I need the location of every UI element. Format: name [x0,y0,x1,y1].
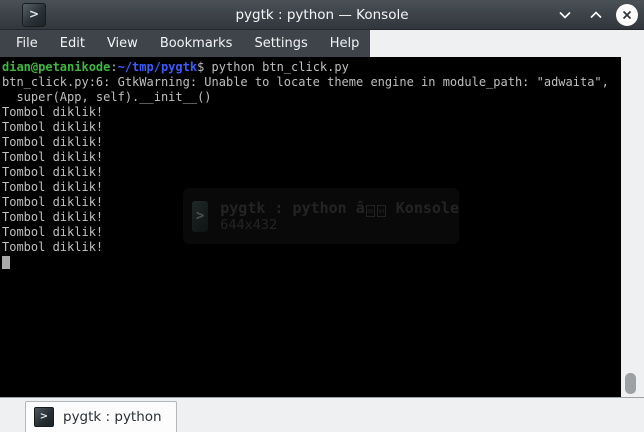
close-icon [622,10,632,20]
gtk-warning-line: btn_click.py:6: GtkWarning: Unable to lo… [2,75,609,89]
tab-pygtk-python[interactable]: > pygtk : python [25,401,177,432]
scrollbar[interactable] [621,57,644,397]
osd-title-prefix: pygtk : python â [220,198,365,217]
prompt-colon: : [110,60,118,74]
scrollbar-thumb[interactable] [625,373,636,394]
window-title: pygtk : python — Konsole [235,6,409,23]
prompt-user-host: dian@petanikode [2,60,111,74]
terminal-output[interactable]: dian@petanikode:~/tmp/pygtk$ python btn_… [0,57,621,397]
konsole-tab-icon: > [34,407,54,427]
prompt-command: $ python btn_click.py [197,60,349,74]
terminal-cursor [2,256,10,269]
prompt-path: ~/tmp/pygtk [117,60,198,74]
window-controls [554,0,638,30]
menubar-items: File Edit View Bookmarks Settings Help [0,30,371,57]
menubar: File Edit View Bookmarks Settings Help [0,30,644,57]
close-button[interactable] [616,4,638,26]
osd-window-size: 644x432 [220,216,278,233]
tabbar: > pygtk : python [0,397,644,432]
konsole-window: > pygtk : python — Konsole File Edit Vie… [0,0,644,432]
menu-item-file[interactable]: File [5,30,49,57]
output-line: Tombol diklik! [2,165,104,179]
terminal-row: dian@petanikode:~/tmp/pygtk$ python btn_… [0,57,644,397]
menu-item-help[interactable]: Help [319,30,371,57]
osd-text: pygtk : python â 80 94 Konsole 644x432 [220,199,459,234]
osd-window-title: pygtk : python â 80 94 Konsole [220,199,459,217]
missing-glyph-box: 94 [376,204,386,217]
traceback-line: super(App, self).__init__() [2,90,212,104]
osd-title-suffix: Konsole [386,198,459,217]
menubar-spacer [370,30,644,57]
menu-item-view[interactable]: View [96,30,149,57]
konsole-osd-icon: > [192,200,209,232]
prompt-line: dian@petanikode:~/tmp/pygtk$ python btn_… [2,60,621,75]
chevron-up-icon [590,11,602,19]
titlebar[interactable]: > pygtk : python — Konsole [0,0,644,30]
output-line: Tombol diklik! [2,150,104,164]
tab-label: pygtk : python [63,409,162,425]
output-line: Tombol diklik! [2,135,104,149]
menu-item-settings[interactable]: Settings [243,30,318,57]
chevron-down-icon [559,11,571,19]
output-line: Tombol diklik! [2,105,104,119]
menu-item-bookmarks[interactable]: Bookmarks [149,30,244,57]
resize-osd-overlay: > pygtk : python â 80 94 Konsole 644x432 [183,188,459,244]
maximize-button[interactable] [585,4,607,26]
missing-glyph-box: 80 [365,204,375,217]
minimize-button[interactable] [554,4,576,26]
menu-item-edit[interactable]: Edit [49,30,96,57]
prompt-glyph: > [39,411,49,422]
output-line: Tombol diklik! [2,120,104,134]
